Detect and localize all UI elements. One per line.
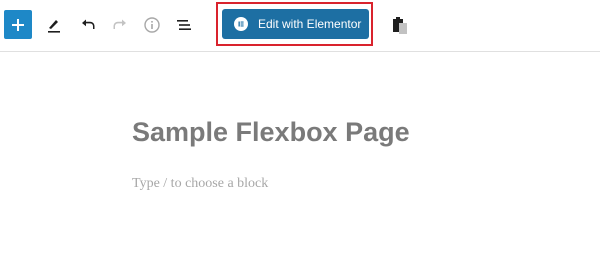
plus-icon (12, 18, 24, 31)
tools-button[interactable] (40, 11, 68, 39)
clipboard-icon (393, 17, 407, 34)
undo-button[interactable] (74, 11, 102, 39)
add-block-button[interactable] (4, 10, 32, 39)
redo-icon (113, 19, 126, 29)
clipboard-button[interactable] (386, 11, 414, 39)
pencil-icon (48, 20, 60, 33)
edit-with-elementor-button[interactable]: Edit with Elementor (222, 9, 369, 39)
redo-button[interactable] (106, 11, 134, 39)
edit-with-elementor-label: Edit with Elementor (258, 17, 362, 31)
list-view-icon (177, 20, 191, 30)
details-button[interactable] (138, 11, 166, 39)
editor-page: Edit with Elementor Sample Flexbox Page … (0, 0, 600, 266)
undo-icon (82, 19, 95, 29)
info-icon (144, 17, 160, 33)
page-title[interactable]: Sample Flexbox Page (132, 117, 410, 148)
editor-toolbar: Edit with Elementor (0, 0, 600, 52)
elementor-logo-icon (234, 17, 248, 31)
list-view-button[interactable] (170, 11, 198, 39)
block-placeholder[interactable]: Type / to choose a block (132, 176, 268, 192)
